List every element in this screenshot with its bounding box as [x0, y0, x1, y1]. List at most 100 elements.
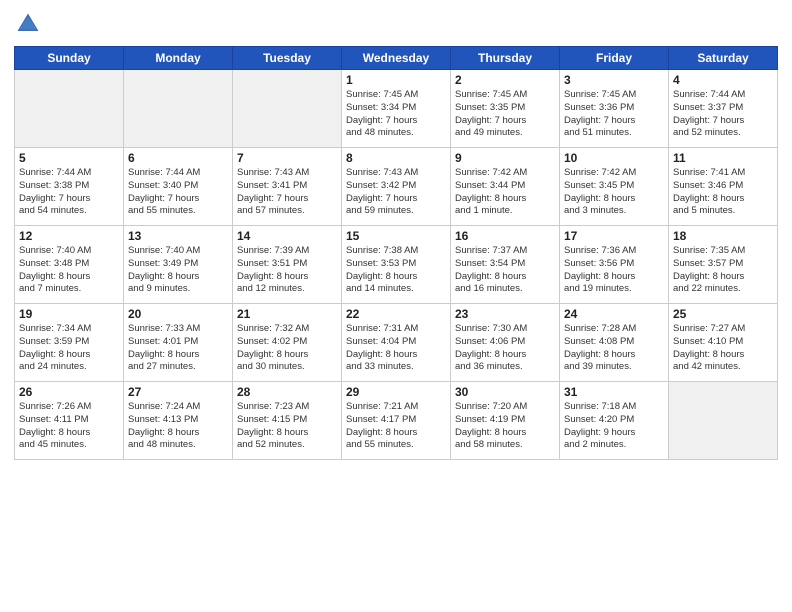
day-info: Sunrise: 7:43 AM Sunset: 3:41 PM Dayligh…	[237, 167, 337, 218]
day-cell	[233, 70, 342, 148]
week-row-2: 12 Sunrise: 7:40 AM Sunset: 3:48 PM Dayli…	[15, 226, 778, 304]
day-cell	[15, 70, 124, 148]
day-info: Sunrise: 7:38 AM Sunset: 3:53 PM Dayligh…	[346, 245, 446, 296]
day-info: Sunrise: 7:45 AM Sunset: 3:35 PM Dayligh…	[455, 89, 555, 140]
day-info: Sunrise: 7:31 AM Sunset: 4:04 PM Dayligh…	[346, 323, 446, 374]
day-cell: 20 Sunrise: 7:33 AM Sunset: 4:01 PM Dayli…	[124, 304, 233, 382]
day-cell: 11Sunrise: 7:41 AM Sunset: 3:46 PM Dayli…	[669, 148, 778, 226]
week-row-4: 26 Sunrise: 7:26 AM Sunset: 4:11 PM Dayli…	[15, 382, 778, 460]
day-number: 31	[564, 385, 664, 399]
weekday-header-sunday: Sunday	[15, 47, 124, 70]
weekday-header-thursday: Thursday	[451, 47, 560, 70]
day-cell: 17 Sunrise: 7:36 AM Sunset: 3:56 PM Dayli…	[560, 226, 669, 304]
week-row-1: 5 Sunrise: 7:44 AM Sunset: 3:38 PM Daylig…	[15, 148, 778, 226]
day-number: 18	[673, 229, 773, 243]
day-info: Sunrise: 7:26 AM Sunset: 4:11 PM Dayligh…	[19, 401, 119, 452]
logo	[14, 10, 46, 38]
day-number: 8	[346, 151, 446, 165]
day-cell: 26 Sunrise: 7:26 AM Sunset: 4:11 PM Dayli…	[15, 382, 124, 460]
calendar-table: SundayMondayTuesdayWednesdayThursdayFrid…	[14, 46, 778, 460]
day-number: 24	[564, 307, 664, 321]
day-info: Sunrise: 7:44 AM Sunset: 3:40 PM Dayligh…	[128, 167, 228, 218]
day-number: 1	[346, 73, 446, 87]
day-cell: 13Sunrise: 7:40 AM Sunset: 3:49 PM Dayli…	[124, 226, 233, 304]
day-cell: 24 Sunrise: 7:28 AM Sunset: 4:08 PM Dayli…	[560, 304, 669, 382]
day-number: 6	[128, 151, 228, 165]
weekday-header-wednesday: Wednesday	[342, 47, 451, 70]
day-cell: 22 Sunrise: 7:31 AM Sunset: 4:04 PM Dayli…	[342, 304, 451, 382]
day-cell: 14Sunrise: 7:39 AM Sunset: 3:51 PM Dayli…	[233, 226, 342, 304]
day-cell: 16Sunrise: 7:37 AM Sunset: 3:54 PM Dayli…	[451, 226, 560, 304]
day-info: Sunrise: 7:24 AM Sunset: 4:13 PM Dayligh…	[128, 401, 228, 452]
day-cell: 28 Sunrise: 7:23 AM Sunset: 4:15 PM Dayli…	[233, 382, 342, 460]
day-number: 25	[673, 307, 773, 321]
day-info: Sunrise: 7:23 AM Sunset: 4:15 PM Dayligh…	[237, 401, 337, 452]
day-number: 16	[455, 229, 555, 243]
day-info: Sunrise: 7:27 AM Sunset: 4:10 PM Dayligh…	[673, 323, 773, 374]
day-cell: 30 Sunrise: 7:20 AM Sunset: 4:19 PM Dayli…	[451, 382, 560, 460]
day-info: Sunrise: 7:33 AM Sunset: 4:01 PM Dayligh…	[128, 323, 228, 374]
header	[14, 10, 778, 38]
day-info: Sunrise: 7:30 AM Sunset: 4:06 PM Dayligh…	[455, 323, 555, 374]
day-number: 19	[19, 307, 119, 321]
day-info: Sunrise: 7:35 AM Sunset: 3:57 PM Dayligh…	[673, 245, 773, 296]
day-info: Sunrise: 7:40 AM Sunset: 3:48 PM Dayligh…	[19, 245, 119, 296]
day-number: 26	[19, 385, 119, 399]
day-cell: 29 Sunrise: 7:21 AM Sunset: 4:17 PM Dayli…	[342, 382, 451, 460]
logo-icon	[14, 10, 42, 38]
day-number: 11	[673, 151, 773, 165]
day-info: Sunrise: 7:34 AM Sunset: 3:59 PM Dayligh…	[19, 323, 119, 374]
day-number: 27	[128, 385, 228, 399]
day-cell: 7Sunrise: 7:43 AM Sunset: 3:41 PM Daylig…	[233, 148, 342, 226]
day-number: 23	[455, 307, 555, 321]
day-info: Sunrise: 7:21 AM Sunset: 4:17 PM Dayligh…	[346, 401, 446, 452]
day-cell: 12 Sunrise: 7:40 AM Sunset: 3:48 PM Dayli…	[15, 226, 124, 304]
day-cell: 19 Sunrise: 7:34 AM Sunset: 3:59 PM Dayli…	[15, 304, 124, 382]
day-cell: 18 Sunrise: 7:35 AM Sunset: 3:57 PM Dayli…	[669, 226, 778, 304]
day-number: 29	[346, 385, 446, 399]
day-cell	[669, 382, 778, 460]
day-cell: 6 Sunrise: 7:44 AM Sunset: 3:40 PM Daylig…	[124, 148, 233, 226]
week-row-0: 1Sunrise: 7:45 AM Sunset: 3:34 PM Daylig…	[15, 70, 778, 148]
day-info: Sunrise: 7:36 AM Sunset: 3:56 PM Dayligh…	[564, 245, 664, 296]
day-cell: 9Sunrise: 7:42 AM Sunset: 3:44 PM Daylig…	[451, 148, 560, 226]
day-info: Sunrise: 7:44 AM Sunset: 3:37 PM Dayligh…	[673, 89, 773, 140]
day-cell: 3 Sunrise: 7:45 AM Sunset: 3:36 PM Daylig…	[560, 70, 669, 148]
day-cell	[124, 70, 233, 148]
day-number: 14	[237, 229, 337, 243]
day-number: 13	[128, 229, 228, 243]
weekday-header-monday: Monday	[124, 47, 233, 70]
day-number: 21	[237, 307, 337, 321]
day-number: 30	[455, 385, 555, 399]
day-cell: 8 Sunrise: 7:43 AM Sunset: 3:42 PM Daylig…	[342, 148, 451, 226]
day-info: Sunrise: 7:18 AM Sunset: 4:20 PM Dayligh…	[564, 401, 664, 452]
day-info: Sunrise: 7:45 AM Sunset: 3:36 PM Dayligh…	[564, 89, 664, 140]
day-info: Sunrise: 7:44 AM Sunset: 3:38 PM Dayligh…	[19, 167, 119, 218]
day-number: 12	[19, 229, 119, 243]
page: SundayMondayTuesdayWednesdayThursdayFrid…	[0, 0, 792, 612]
day-cell: 25 Sunrise: 7:27 AM Sunset: 4:10 PM Dayli…	[669, 304, 778, 382]
day-number: 22	[346, 307, 446, 321]
day-number: 9	[455, 151, 555, 165]
week-row-3: 19 Sunrise: 7:34 AM Sunset: 3:59 PM Dayli…	[15, 304, 778, 382]
day-number: 10	[564, 151, 664, 165]
day-info: Sunrise: 7:32 AM Sunset: 4:02 PM Dayligh…	[237, 323, 337, 374]
day-cell: 31 Sunrise: 7:18 AM Sunset: 4:20 PM Dayli…	[560, 382, 669, 460]
day-number: 20	[128, 307, 228, 321]
day-number: 4	[673, 73, 773, 87]
weekday-header-tuesday: Tuesday	[233, 47, 342, 70]
day-cell: 2Sunrise: 7:45 AM Sunset: 3:35 PM Daylig…	[451, 70, 560, 148]
day-number: 3	[564, 73, 664, 87]
day-cell: 10Sunrise: 7:42 AM Sunset: 3:45 PM Dayli…	[560, 148, 669, 226]
day-number: 28	[237, 385, 337, 399]
day-number: 5	[19, 151, 119, 165]
day-cell: 21 Sunrise: 7:32 AM Sunset: 4:02 PM Dayli…	[233, 304, 342, 382]
day-info: Sunrise: 7:43 AM Sunset: 3:42 PM Dayligh…	[346, 167, 446, 218]
day-cell: 4 Sunrise: 7:44 AM Sunset: 3:37 PM Daylig…	[669, 70, 778, 148]
weekday-header-row: SundayMondayTuesdayWednesdayThursdayFrid…	[15, 47, 778, 70]
day-number: 17	[564, 229, 664, 243]
day-cell: 27 Sunrise: 7:24 AM Sunset: 4:13 PM Dayli…	[124, 382, 233, 460]
day-info: Sunrise: 7:20 AM Sunset: 4:19 PM Dayligh…	[455, 401, 555, 452]
day-info: Sunrise: 7:28 AM Sunset: 4:08 PM Dayligh…	[564, 323, 664, 374]
day-number: 15	[346, 229, 446, 243]
